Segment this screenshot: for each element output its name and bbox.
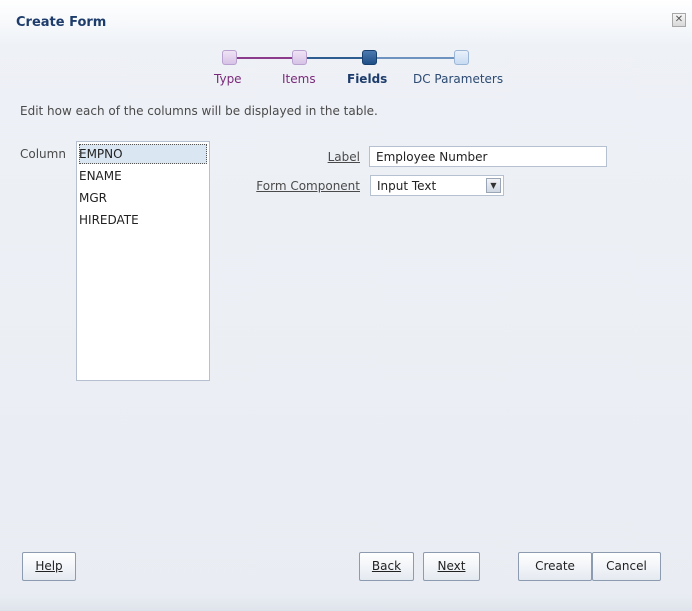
instruction-text: Edit how each of the columns will be dis… — [20, 104, 378, 118]
step-items-label[interactable]: Items — [282, 72, 316, 86]
list-item[interactable]: ENAME — [79, 166, 207, 186]
train-connector-2 — [307, 57, 364, 59]
train-connector-1 — [237, 57, 294, 59]
back-button[interactable]: Back — [359, 552, 414, 581]
list-item[interactable]: HIREDATE — [79, 210, 207, 230]
form-component-select[interactable]: Input Text ▼ — [370, 175, 504, 196]
list-item[interactable]: MGR — [79, 188, 207, 208]
next-button-label: Next — [437, 559, 466, 573]
step-dc-parameters-label: DC Parameters — [413, 72, 504, 86]
next-button[interactable]: Next — [423, 552, 480, 581]
back-button-label: Back — [371, 559, 402, 573]
cancel-button-label: Cancel — [606, 559, 647, 573]
cancel-button[interactable]: Cancel — [592, 552, 661, 581]
list-item-label: ENAME — [79, 169, 122, 183]
column-label: Column — [20, 147, 66, 161]
label-field-label-text: Label — [327, 150, 360, 164]
form-component-label-text: Form Component — [256, 179, 360, 193]
help-button-label: Help — [35, 559, 63, 573]
list-item-label: EMPNO — [79, 147, 123, 161]
step-dc-parameters-marker — [454, 50, 469, 65]
list-item-label: MGR — [79, 191, 107, 205]
train-connector-3 — [377, 57, 456, 59]
form-component-label: Form Component — [230, 179, 360, 193]
dialog-footer — [0, 594, 692, 611]
form-component-value: Input Text — [377, 179, 437, 193]
label-input[interactable] — [369, 146, 607, 167]
list-item[interactable]: EMPNO — [79, 144, 207, 164]
step-type-marker[interactable] — [222, 50, 237, 65]
list-item-label: HIREDATE — [79, 213, 139, 227]
label-field-label: Label — [260, 150, 360, 164]
create-form-dialog: Create Form ✕ Type Items Fields DC Param… — [0, 0, 692, 611]
column-listbox[interactable]: EMPNO ENAME MGR HIREDATE — [76, 141, 210, 381]
help-button[interactable]: Help — [22, 552, 76, 581]
chevron-down-icon[interactable]: ▼ — [486, 178, 501, 193]
step-train: Type Items Fields DC Parameters — [0, 0, 692, 100]
step-items-marker[interactable] — [292, 50, 307, 65]
step-fields-label: Fields — [347, 72, 388, 86]
create-button[interactable]: Create — [518, 552, 592, 581]
create-button-label: Create — [535, 559, 575, 573]
step-fields-marker — [362, 50, 377, 65]
step-type-label[interactable]: Type — [214, 72, 242, 86]
